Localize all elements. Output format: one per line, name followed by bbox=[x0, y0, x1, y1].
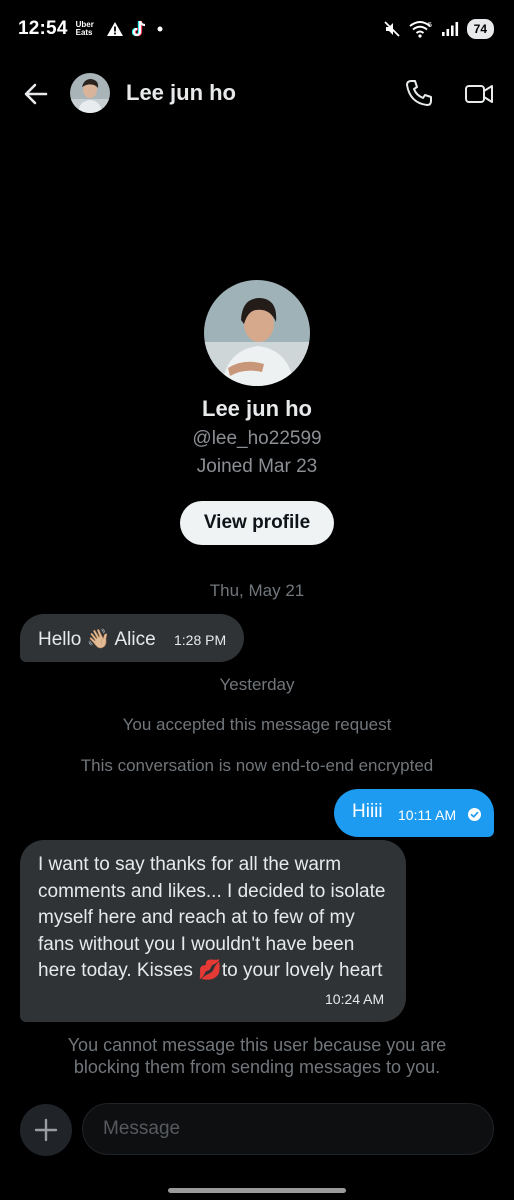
home-indicator[interactable] bbox=[168, 1188, 346, 1193]
header-avatar[interactable] bbox=[70, 73, 110, 113]
back-arrow-icon[interactable] bbox=[22, 80, 50, 108]
signal-icon bbox=[441, 22, 458, 36]
video-call-icon[interactable] bbox=[464, 79, 494, 109]
message-time: 1:28 PM bbox=[174, 632, 227, 648]
incoming-message[interactable]: Hello 👋🏼 Alice 1:28 PM bbox=[20, 614, 244, 662]
date-separator: Thu, May 21 bbox=[209, 581, 305, 600]
message-text: I want to say thanks for all the warm co… bbox=[38, 854, 386, 981]
svg-text:5: 5 bbox=[428, 22, 432, 29]
view-profile-button[interactable]: View profile bbox=[180, 501, 334, 545]
system-message-accepted: You accepted this message request bbox=[122, 715, 392, 734]
outgoing-message[interactable]: Hiiii 10:11 AM bbox=[334, 789, 494, 837]
phone-call-icon[interactable] bbox=[404, 78, 434, 108]
message-time: 10:24 AM bbox=[325, 991, 385, 1007]
message-time: 10:11 AM bbox=[398, 807, 457, 823]
blocked-notice: You cannot message this user because you… bbox=[67, 1035, 447, 1077]
tiktok-icon bbox=[131, 20, 145, 37]
status-left: 12:54 Uber Eats bbox=[18, 18, 164, 40]
header-contact-name[interactable]: Lee jun ho bbox=[126, 80, 236, 106]
message-input[interactable] bbox=[82, 1103, 494, 1155]
plus-icon bbox=[34, 1118, 58, 1142]
add-attachment-button[interactable] bbox=[20, 1104, 72, 1156]
status-right: 5 74 bbox=[383, 19, 494, 39]
profile-handle: @lee_ho22599 bbox=[192, 428, 322, 449]
message-text: Hiiii bbox=[352, 801, 383, 822]
status-time: 12:54 bbox=[18, 18, 68, 39]
profile-joined-date: Joined Mar 23 bbox=[196, 456, 318, 477]
profile-name: Lee jun ho bbox=[202, 396, 312, 421]
profile-avatar[interactable] bbox=[204, 280, 310, 386]
status-bar: 12:54 Uber Eats 5 74 bbox=[0, 0, 514, 58]
read-check-icon bbox=[468, 808, 481, 821]
mute-icon bbox=[384, 21, 400, 37]
uber-eats-icon: Uber Eats bbox=[75, 20, 94, 37]
wifi-icon: 5 bbox=[409, 21, 432, 38]
battery-level: 74 bbox=[466, 19, 494, 39]
message-text: Hello 👋🏼 Alice bbox=[38, 629, 156, 650]
system-message-encrypted: This conversation is now end-to-end encr… bbox=[80, 756, 434, 775]
conversation-header: Lee jun ho bbox=[0, 62, 514, 124]
notification-dot-icon bbox=[157, 26, 163, 32]
date-separator: Yesterday bbox=[219, 675, 295, 694]
incoming-message[interactable]: I want to say thanks for all the warm co… bbox=[20, 840, 406, 1022]
warning-icon bbox=[106, 22, 123, 36]
